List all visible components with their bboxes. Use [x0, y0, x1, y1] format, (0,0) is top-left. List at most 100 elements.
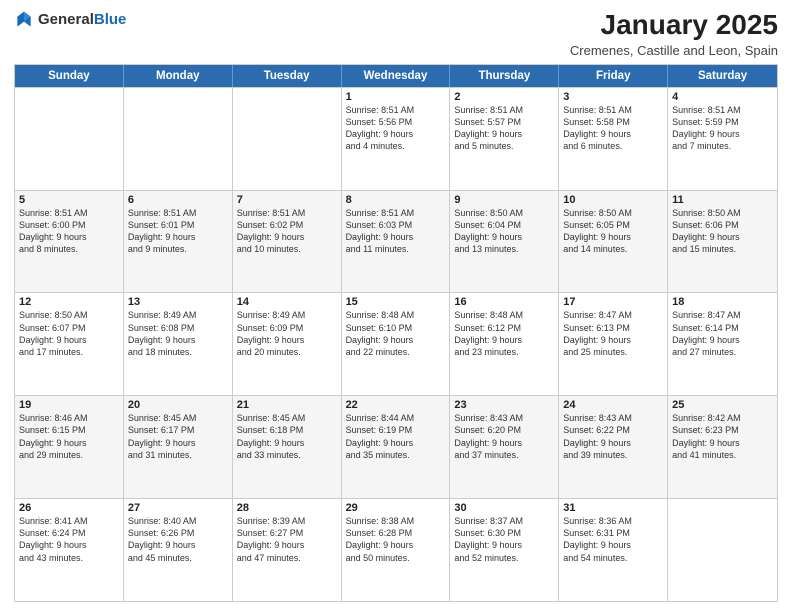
day-info: Sunrise: 8:51 AM Sunset: 6:00 PM Dayligh… — [19, 207, 119, 256]
day-info: Sunrise: 8:47 AM Sunset: 6:14 PM Dayligh… — [672, 309, 773, 358]
cal-cell-22: 22Sunrise: 8:44 AM Sunset: 6:19 PM Dayli… — [342, 396, 451, 498]
cal-cell-18: 18Sunrise: 8:47 AM Sunset: 6:14 PM Dayli… — [668, 293, 777, 395]
day-info: Sunrise: 8:36 AM Sunset: 6:31 PM Dayligh… — [563, 515, 663, 564]
cal-cell-6: 6Sunrise: 8:51 AM Sunset: 6:01 PM Daylig… — [124, 191, 233, 293]
page: GeneralBlue January 2025 Cremenes, Casti… — [0, 0, 792, 612]
cal-cell-21: 21Sunrise: 8:45 AM Sunset: 6:18 PM Dayli… — [233, 396, 342, 498]
cal-cell-16: 16Sunrise: 8:48 AM Sunset: 6:12 PM Dayli… — [450, 293, 559, 395]
day-info: Sunrise: 8:50 AM Sunset: 6:07 PM Dayligh… — [19, 309, 119, 358]
cal-cell-29: 29Sunrise: 8:38 AM Sunset: 6:28 PM Dayli… — [342, 499, 451, 601]
day-info: Sunrise: 8:41 AM Sunset: 6:24 PM Dayligh… — [19, 515, 119, 564]
cal-header-monday: Monday — [124, 65, 233, 87]
day-info: Sunrise: 8:49 AM Sunset: 6:08 PM Dayligh… — [128, 309, 228, 358]
day-number: 7 — [237, 194, 337, 206]
day-number: 4 — [672, 91, 773, 103]
header: GeneralBlue January 2025 Cremenes, Casti… — [14, 10, 778, 58]
cal-cell-3: 3Sunrise: 8:51 AM Sunset: 5:58 PM Daylig… — [559, 88, 668, 190]
cal-cell-20: 20Sunrise: 8:45 AM Sunset: 6:17 PM Dayli… — [124, 396, 233, 498]
day-number: 20 — [128, 399, 228, 411]
day-info: Sunrise: 8:51 AM Sunset: 5:58 PM Dayligh… — [563, 104, 663, 153]
day-info: Sunrise: 8:46 AM Sunset: 6:15 PM Dayligh… — [19, 412, 119, 461]
day-number: 5 — [19, 194, 119, 206]
day-info: Sunrise: 8:43 AM Sunset: 6:20 PM Dayligh… — [454, 412, 554, 461]
calendar-body: 1Sunrise: 8:51 AM Sunset: 5:56 PM Daylig… — [15, 87, 777, 601]
day-info: Sunrise: 8:51 AM Sunset: 6:01 PM Dayligh… — [128, 207, 228, 256]
logo: GeneralBlue — [14, 10, 126, 30]
day-number: 27 — [128, 502, 228, 514]
day-number: 31 — [563, 502, 663, 514]
title-block: January 2025 Cremenes, Castille and Leon… — [570, 10, 778, 58]
day-number: 3 — [563, 91, 663, 103]
day-info: Sunrise: 8:49 AM Sunset: 6:09 PM Dayligh… — [237, 309, 337, 358]
calendar-header-row: SundayMondayTuesdayWednesdayThursdayFrid… — [15, 65, 777, 87]
day-number: 25 — [672, 399, 773, 411]
location: Cremenes, Castille and Leon, Spain — [570, 43, 778, 58]
cal-cell-27: 27Sunrise: 8:40 AM Sunset: 6:26 PM Dayli… — [124, 499, 233, 601]
month-year: January 2025 — [570, 10, 778, 41]
cal-header-saturday: Saturday — [668, 65, 777, 87]
day-info: Sunrise: 8:51 AM Sunset: 6:03 PM Dayligh… — [346, 207, 446, 256]
day-info: Sunrise: 8:45 AM Sunset: 6:17 PM Dayligh… — [128, 412, 228, 461]
day-info: Sunrise: 8:38 AM Sunset: 6:28 PM Dayligh… — [346, 515, 446, 564]
cal-cell-26: 26Sunrise: 8:41 AM Sunset: 6:24 PM Dayli… — [15, 499, 124, 601]
day-number: 16 — [454, 296, 554, 308]
cal-cell-25: 25Sunrise: 8:42 AM Sunset: 6:23 PM Dayli… — [668, 396, 777, 498]
day-number: 28 — [237, 502, 337, 514]
day-number: 17 — [563, 296, 663, 308]
cal-cell-30: 30Sunrise: 8:37 AM Sunset: 6:30 PM Dayli… — [450, 499, 559, 601]
cal-header-tuesday: Tuesday — [233, 65, 342, 87]
cal-cell-11: 11Sunrise: 8:50 AM Sunset: 6:06 PM Dayli… — [668, 191, 777, 293]
day-number: 18 — [672, 296, 773, 308]
day-number: 14 — [237, 296, 337, 308]
day-info: Sunrise: 8:42 AM Sunset: 6:23 PM Dayligh… — [672, 412, 773, 461]
day-number: 22 — [346, 399, 446, 411]
cal-cell-5: 5Sunrise: 8:51 AM Sunset: 6:00 PM Daylig… — [15, 191, 124, 293]
day-number: 12 — [19, 296, 119, 308]
day-info: Sunrise: 8:48 AM Sunset: 6:10 PM Dayligh… — [346, 309, 446, 358]
day-number: 10 — [563, 194, 663, 206]
cal-cell-28: 28Sunrise: 8:39 AM Sunset: 6:27 PM Dayli… — [233, 499, 342, 601]
day-number: 30 — [454, 502, 554, 514]
cal-cell-12: 12Sunrise: 8:50 AM Sunset: 6:07 PM Dayli… — [15, 293, 124, 395]
cal-cell-1: 1Sunrise: 8:51 AM Sunset: 5:56 PM Daylig… — [342, 88, 451, 190]
cal-cell-31: 31Sunrise: 8:36 AM Sunset: 6:31 PM Dayli… — [559, 499, 668, 601]
day-info: Sunrise: 8:51 AM Sunset: 5:56 PM Dayligh… — [346, 104, 446, 153]
day-number: 15 — [346, 296, 446, 308]
cal-header-wednesday: Wednesday — [342, 65, 451, 87]
cal-cell-4: 4Sunrise: 8:51 AM Sunset: 5:59 PM Daylig… — [668, 88, 777, 190]
day-number: 11 — [672, 194, 773, 206]
cal-header-sunday: Sunday — [15, 65, 124, 87]
logo-text-general: General — [38, 11, 94, 28]
cal-row-0: 1Sunrise: 8:51 AM Sunset: 5:56 PM Daylig… — [15, 87, 777, 190]
cal-cell-14: 14Sunrise: 8:49 AM Sunset: 6:09 PM Dayli… — [233, 293, 342, 395]
day-info: Sunrise: 8:37 AM Sunset: 6:30 PM Dayligh… — [454, 515, 554, 564]
day-number: 29 — [346, 502, 446, 514]
day-info: Sunrise: 8:50 AM Sunset: 6:06 PM Dayligh… — [672, 207, 773, 256]
day-number: 21 — [237, 399, 337, 411]
day-number: 6 — [128, 194, 228, 206]
cal-cell-13: 13Sunrise: 8:49 AM Sunset: 6:08 PM Dayli… — [124, 293, 233, 395]
cal-row-3: 19Sunrise: 8:46 AM Sunset: 6:15 PM Dayli… — [15, 395, 777, 498]
day-info: Sunrise: 8:48 AM Sunset: 6:12 PM Dayligh… — [454, 309, 554, 358]
cal-cell-7: 7Sunrise: 8:51 AM Sunset: 6:02 PM Daylig… — [233, 191, 342, 293]
cal-cell-empty-2 — [233, 88, 342, 190]
cal-cell-empty-6 — [668, 499, 777, 601]
day-info: Sunrise: 8:50 AM Sunset: 6:05 PM Dayligh… — [563, 207, 663, 256]
day-info: Sunrise: 8:45 AM Sunset: 6:18 PM Dayligh… — [237, 412, 337, 461]
cal-row-4: 26Sunrise: 8:41 AM Sunset: 6:24 PM Dayli… — [15, 498, 777, 601]
cal-cell-23: 23Sunrise: 8:43 AM Sunset: 6:20 PM Dayli… — [450, 396, 559, 498]
day-number: 19 — [19, 399, 119, 411]
cal-cell-empty-1 — [124, 88, 233, 190]
cal-cell-19: 19Sunrise: 8:46 AM Sunset: 6:15 PM Dayli… — [15, 396, 124, 498]
day-number: 26 — [19, 502, 119, 514]
cal-row-2: 12Sunrise: 8:50 AM Sunset: 6:07 PM Dayli… — [15, 292, 777, 395]
cal-row-1: 5Sunrise: 8:51 AM Sunset: 6:00 PM Daylig… — [15, 190, 777, 293]
day-info: Sunrise: 8:40 AM Sunset: 6:26 PM Dayligh… — [128, 515, 228, 564]
cal-header-friday: Friday — [559, 65, 668, 87]
cal-cell-9: 9Sunrise: 8:50 AM Sunset: 6:04 PM Daylig… — [450, 191, 559, 293]
cal-header-thursday: Thursday — [450, 65, 559, 87]
calendar: SundayMondayTuesdayWednesdayThursdayFrid… — [14, 64, 778, 602]
cal-cell-24: 24Sunrise: 8:43 AM Sunset: 6:22 PM Dayli… — [559, 396, 668, 498]
cal-cell-8: 8Sunrise: 8:51 AM Sunset: 6:03 PM Daylig… — [342, 191, 451, 293]
day-number: 9 — [454, 194, 554, 206]
